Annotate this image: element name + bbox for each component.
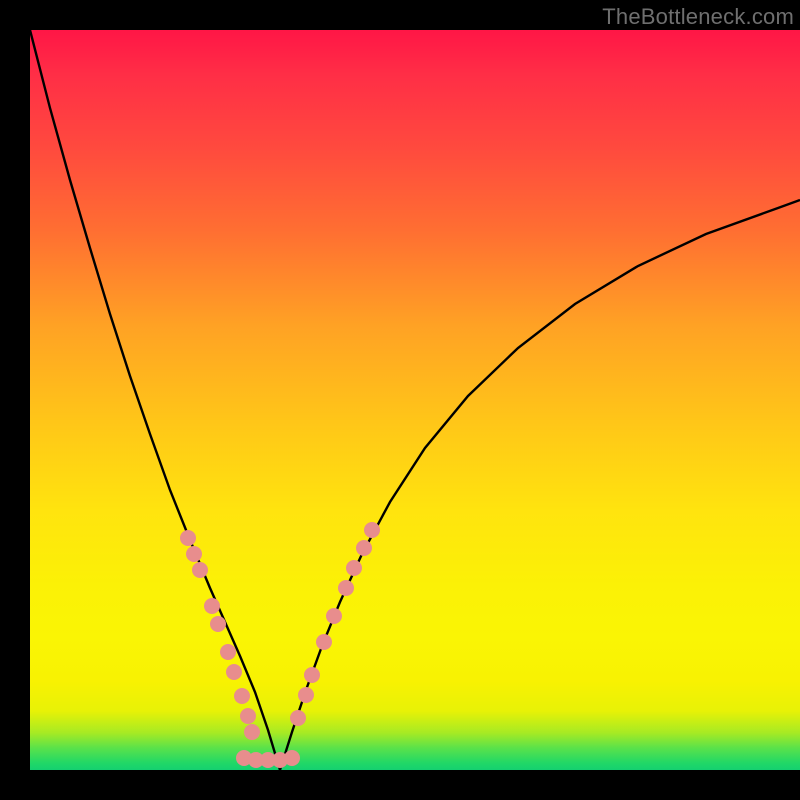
- curve-left: [30, 30, 280, 770]
- marker-dot: [326, 608, 342, 624]
- marker-dot: [192, 562, 208, 578]
- marker-dot: [284, 750, 300, 766]
- marker-dot: [272, 752, 288, 768]
- marker-dot: [236, 750, 252, 766]
- marker-dot: [244, 724, 260, 740]
- marker-dot: [180, 530, 196, 546]
- chart-stage: TheBottleneck.com: [0, 0, 800, 800]
- marker-dot: [260, 752, 276, 768]
- plot-area: [30, 30, 800, 770]
- marker-dot: [234, 688, 250, 704]
- marker-dot: [186, 546, 202, 562]
- marker-dot: [346, 560, 362, 576]
- marker-dot: [364, 522, 380, 538]
- marker-dot: [220, 644, 236, 660]
- marker-dot: [338, 580, 354, 596]
- marker-group: [180, 522, 380, 768]
- marker-dot: [356, 540, 372, 556]
- curve-right: [280, 200, 800, 770]
- chart-svg: [30, 30, 800, 770]
- marker-dot: [290, 710, 306, 726]
- watermark-text: TheBottleneck.com: [602, 4, 794, 30]
- marker-dot: [240, 708, 256, 724]
- marker-dot: [210, 616, 226, 632]
- marker-dot: [248, 752, 264, 768]
- marker-dot: [226, 664, 242, 680]
- marker-dot: [316, 634, 332, 650]
- marker-dot: [298, 687, 314, 703]
- marker-dot: [204, 598, 220, 614]
- marker-dot: [304, 667, 320, 683]
